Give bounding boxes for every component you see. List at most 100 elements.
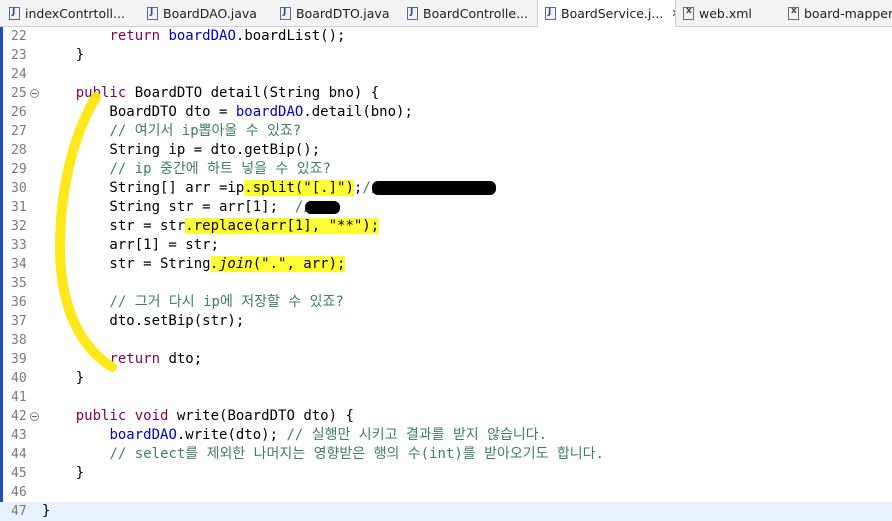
code-token: } bbox=[42, 47, 85, 63]
code-token: BoardDTO detail(String bno) { bbox=[126, 85, 380, 101]
tab-7[interactable]: board-mapper.x... bbox=[781, 0, 892, 27]
code-line[interactable]: 31 String str = arr[1]; // bbox=[0, 198, 892, 217]
code-line[interactable]: 42 public void write(BoardDTO dto) { bbox=[0, 407, 892, 426]
code-line[interactable]: 24 bbox=[0, 65, 892, 84]
code-line[interactable]: 22 return boardDAO.boardList(); bbox=[0, 27, 892, 46]
line-number: 36 bbox=[11, 295, 27, 310]
line-number: 47 bbox=[11, 504, 27, 519]
code-token: .detail(bno); bbox=[303, 104, 413, 120]
code-text: public void write(BoardDTO dto) { bbox=[42, 407, 354, 426]
code-token: } bbox=[42, 503, 51, 519]
line-number: 46 bbox=[11, 485, 27, 500]
code-token: // 실행만 시키고 결과를 받지 않습니다. bbox=[286, 427, 548, 443]
java-file-icon bbox=[280, 7, 291, 20]
code-token: .join bbox=[210, 256, 253, 272]
code-line[interactable]: 26 BoardDTO dto = boardDAO.detail(bno); bbox=[0, 103, 892, 122]
code-token: .replace(arr[1], "**"); bbox=[185, 218, 380, 234]
code-line[interactable]: 46 bbox=[0, 483, 892, 502]
tab-label: board-mapper.x... bbox=[804, 6, 892, 21]
code-token: .boardList(); bbox=[235, 28, 346, 44]
code-line[interactable]: 35 bbox=[0, 274, 892, 293]
line-number: 29 bbox=[11, 162, 27, 177]
code-token: dto; bbox=[160, 351, 203, 367]
line-number: 39 bbox=[11, 352, 27, 367]
line-number: 45 bbox=[11, 466, 27, 481]
tab-2[interactable]: BoardDAO.java bbox=[140, 0, 273, 27]
code-line[interactable]: 37 dto.setBip(str); bbox=[0, 312, 892, 331]
fold-collapse-icon[interactable] bbox=[30, 89, 39, 98]
line-number: 26 bbox=[11, 105, 27, 120]
code-token: // select를 제외한 나머지는 영향받은 행의 수(int)를 받아오기… bbox=[109, 446, 604, 462]
line-number: 35 bbox=[11, 276, 27, 291]
code-text: String[] arr =ip.split("[.]");// bbox=[42, 179, 388, 198]
code-text: } bbox=[42, 502, 50, 521]
code-token: str = str bbox=[42, 218, 186, 234]
code-token: boardDAO bbox=[235, 104, 304, 120]
tab-6[interactable]: web.xml bbox=[676, 0, 781, 27]
code-token: void bbox=[134, 408, 169, 424]
code-line[interactable]: 28 String ip = dto.getBip(); bbox=[0, 141, 892, 160]
java-file-icon bbox=[147, 7, 158, 20]
code-line[interactable]: 25 public BoardDTO detail(String bno) { bbox=[0, 84, 892, 103]
code-line[interactable]: 38 bbox=[0, 331, 892, 350]
fold-collapse-icon[interactable] bbox=[30, 412, 39, 421]
code-text: public BoardDTO detail(String bno) { bbox=[42, 84, 379, 103]
line-number: 44 bbox=[11, 447, 27, 462]
code-line[interactable]: 39 return dto; bbox=[0, 350, 892, 369]
redaction-blot bbox=[305, 201, 340, 214]
code-line[interactable]: 43 boardDAO.write(dto); // 실행만 시키고 결과를 받… bbox=[0, 426, 892, 445]
code-editor[interactable]: 22 return boardDAO.boardList(); 23 } 24 25 … bbox=[0, 27, 892, 521]
tab-4[interactable]: BoardControlle... bbox=[400, 0, 537, 27]
code-text: return boardDAO.boardList(); bbox=[42, 27, 345, 46]
code-token: return bbox=[109, 28, 161, 44]
line-number: 40 bbox=[11, 371, 27, 386]
code-line[interactable]: 34 str = String.join(".", arr); bbox=[0, 255, 892, 274]
line-number: 41 bbox=[11, 390, 27, 405]
line-number: 43 bbox=[11, 428, 27, 443]
line-number: 22 bbox=[11, 29, 27, 44]
code-token: boardDAO bbox=[168, 28, 236, 44]
code-token: // 그거 다시 ip에 저장할 수 있죠? bbox=[109, 294, 344, 310]
line-number: 38 bbox=[11, 333, 27, 348]
code-text: // select를 제외한 나머지는 영향받은 행의 수(int)를 받아오기… bbox=[42, 445, 604, 464]
tab-5[interactable]: BoardService.j...✕ bbox=[537, 0, 676, 27]
code-text: boardDAO.write(dto); // 실행만 시키고 결과를 받지 않… bbox=[42, 426, 547, 445]
code-line[interactable]: 23 } bbox=[0, 46, 892, 65]
code-line[interactable]: 45 } bbox=[0, 464, 892, 483]
code-line[interactable]: 36 // 그거 다시 ip에 저장할 수 있죠? bbox=[0, 293, 892, 312]
line-number: 34 bbox=[11, 257, 27, 272]
code-line[interactable]: 33 arr[1] = str; bbox=[0, 236, 892, 255]
tab-3[interactable]: BoardDTO.java bbox=[273, 0, 400, 27]
code-text: } bbox=[42, 46, 84, 65]
code-token: .write(dto); bbox=[176, 427, 287, 443]
code-token: } bbox=[42, 370, 85, 386]
code-line[interactable]: 41 bbox=[0, 388, 892, 407]
code-text: arr[1] = str; bbox=[42, 236, 219, 255]
line-number: 28 bbox=[11, 143, 27, 158]
tab-1[interactable]: indexContrtoll... bbox=[0, 0, 140, 27]
line-number: 32 bbox=[11, 219, 27, 234]
code-token: public bbox=[75, 408, 127, 424]
code-line[interactable]: 47} bbox=[0, 502, 892, 521]
code-token: String ip = dto.getBip(); bbox=[42, 142, 321, 158]
code-text: str = str.replace(arr[1], "**"); bbox=[42, 217, 380, 236]
code-token: .split("[.]") bbox=[244, 180, 354, 196]
code-line[interactable]: 40 } bbox=[0, 369, 892, 388]
line-number: 30 bbox=[11, 181, 27, 196]
line-number: 33 bbox=[11, 238, 27, 253]
code-line[interactable]: 32 str = str.replace(arr[1], "**"); bbox=[0, 217, 892, 236]
code-token: public bbox=[75, 85, 127, 101]
code-token: // 여기서 ip뽑아올 수 있죠? bbox=[109, 123, 302, 139]
xml-file-icon bbox=[683, 6, 694, 20]
code-line[interactable]: 29 // ip 중간에 하트 넣을 수 있죠? bbox=[0, 160, 892, 179]
code-line[interactable]: 27 // 여기서 ip뽑아올 수 있죠? bbox=[0, 122, 892, 141]
code-line[interactable]: 44 // select를 제외한 나머지는 영향받은 행의 수(int)를 받… bbox=[0, 445, 892, 464]
